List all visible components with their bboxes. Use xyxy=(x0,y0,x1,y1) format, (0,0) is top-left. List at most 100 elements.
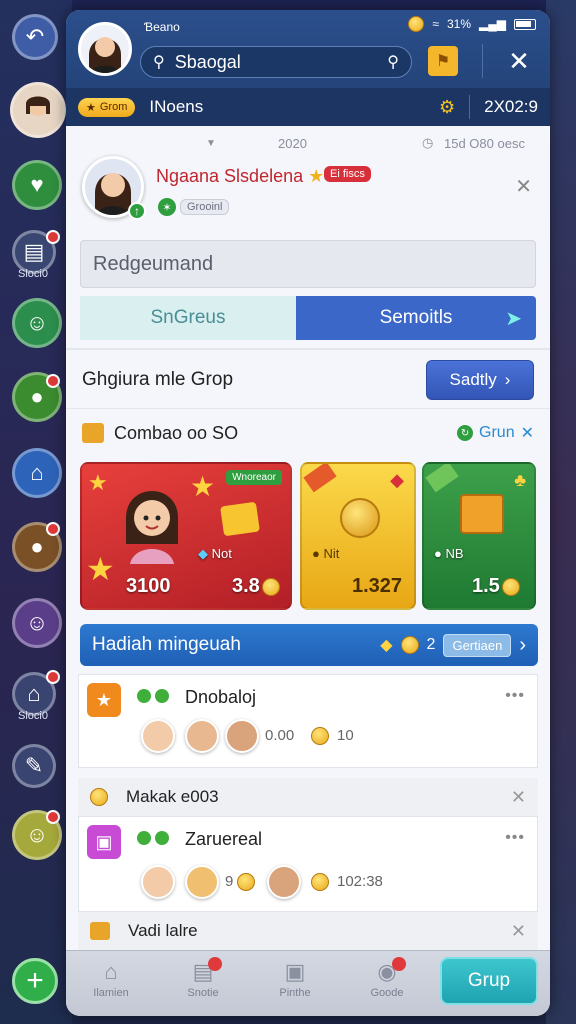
search-submit-icon[interactable]: ⚲ xyxy=(387,52,399,72)
user-avatar[interactable] xyxy=(10,82,66,138)
card-note: ● Nit xyxy=(312,546,339,561)
list-item[interactable]: Makak e003 ✕ xyxy=(78,778,538,816)
list-item-count: 9 xyxy=(225,873,234,890)
back-icon[interactable]: ↶ xyxy=(12,14,58,60)
background-right-strip xyxy=(546,0,576,1024)
refresh-icon: ↻ xyxy=(457,425,474,441)
card-price-2: 3.8 xyxy=(232,575,280,598)
banner-title: Hadiah mingeuah xyxy=(92,634,241,655)
list-item-coins: 10 xyxy=(337,727,354,744)
card-price: 3100 xyxy=(126,575,171,597)
list-item[interactable]: ★ Dnobaloj ••• 0.00 10 xyxy=(78,674,538,768)
star-badge-icon: ★ xyxy=(190,471,216,502)
close-icon[interactable]: ✕ xyxy=(511,787,526,808)
tab-profile[interactable]: ▣ Pinthe xyxy=(260,959,330,999)
notification-badge xyxy=(392,957,406,971)
weekly-reward-banner[interactable]: Hadiah mingeuah ◆ 2 Gertiaen › xyxy=(80,624,538,666)
tool-icon[interactable]: ✎ xyxy=(12,744,56,788)
combo-link[interactable]: ↻ Grun ✕ xyxy=(457,423,534,443)
friend-icon[interactable]: ☺ xyxy=(12,298,62,348)
online-icon: ↑ xyxy=(128,202,146,220)
list-item-count: 0.00 xyxy=(265,727,295,744)
add-button[interactable]: + xyxy=(12,958,58,1004)
rank-badge[interactable]: ★ Grom xyxy=(78,97,136,117)
chevron-down-icon[interactable]: ▼ xyxy=(206,138,216,149)
profile-name: Ngaana Slsdelena ★ xyxy=(156,166,324,187)
banner-cta: ◆ 2 Gertiaen › xyxy=(380,633,526,657)
group-button[interactable]: Sadtly › xyxy=(426,360,534,400)
status-badge: Ei fiscs xyxy=(324,166,371,182)
offer-card-2[interactable]: ◆ ● Nit 1.327 xyxy=(300,462,416,610)
notification-dot xyxy=(46,810,60,824)
card-price-text: 1.5 xyxy=(472,575,500,597)
avatar xyxy=(185,719,219,753)
home-icon[interactable]: ⌂ xyxy=(12,448,62,498)
close-icon[interactable]: ✕ xyxy=(502,44,536,78)
close-icon[interactable]: ✕ xyxy=(515,174,532,199)
info-right: 15d O80 oesc xyxy=(444,135,525,151)
divider xyxy=(482,44,483,78)
list-item[interactable]: ▣ Zaruereal ••• 9 102:38 xyxy=(78,816,538,912)
game-icon: ◉ xyxy=(377,959,397,984)
offer-card-1[interactable]: Wnoreaor ★ ★ ◆ Not ★ 3100 3.8 xyxy=(80,462,292,610)
tab-left[interactable]: SnGreus xyxy=(80,296,296,340)
sub-header: ★ Grom INoens ⚙ 2X02:9 xyxy=(66,88,550,126)
search-bar[interactable]: ⚲ ⚲ xyxy=(140,46,412,78)
star-icon: ★ xyxy=(86,101,96,114)
card-price: 1.327 xyxy=(352,575,403,597)
top-bar: Ɓeano ≈ 31% ▂▄▆ ⚲ ⚲ ⚑ ✕ xyxy=(66,10,550,88)
notification-dot xyxy=(46,374,60,388)
coin-icon xyxy=(90,788,108,806)
search-input[interactable] xyxy=(174,51,378,73)
list-item-coins: 102:38 xyxy=(337,873,383,890)
star-icon: ★ xyxy=(86,551,115,587)
flag-icon[interactable]: ⚑ xyxy=(428,46,458,76)
card-ribbon: Wnoreaor xyxy=(226,470,282,485)
banner-button[interactable]: Gertiaen xyxy=(443,633,512,657)
close-icon: ✕ xyxy=(520,425,534,442)
heart-icon[interactable]: ♥ xyxy=(12,160,62,210)
profile-card: ↑ Ngaana Slsdelena ★ Ei fiscs ✶ Grooinl … xyxy=(76,152,540,228)
avatar xyxy=(185,865,219,899)
combo-section: Combao oo SO ↻ Grun ✕ xyxy=(66,416,550,450)
camera-icon: ▣ xyxy=(87,825,121,859)
more-icon[interactable]: ••• xyxy=(505,829,525,847)
face-icon xyxy=(26,96,50,116)
group-section: Ghgiura mle Grop Sadtly › xyxy=(66,358,550,402)
tab-label: Snotie xyxy=(187,987,219,999)
offer-card-3[interactable]: ♣ ● NB 1.5 xyxy=(422,462,536,610)
list-item-title: Zaruereal xyxy=(185,829,263,849)
tab-right-label: Semoitls xyxy=(379,307,453,328)
group-title: Ghgiura mle Grop xyxy=(82,369,234,390)
tab-home[interactable]: ⌂ Ilamien xyxy=(76,959,146,999)
avatar xyxy=(225,719,259,753)
clover-icon: ♣ xyxy=(514,470,526,490)
timer: 2X02:9 xyxy=(484,97,538,116)
list-item[interactable]: Vadi lalre ✕ xyxy=(78,912,538,950)
tab-right[interactable]: Semoitls ➤ xyxy=(296,296,536,340)
gear-icon[interactable]: ⚙ xyxy=(439,97,455,118)
close-icon[interactable]: ✕ xyxy=(511,921,526,942)
combo-title: Combao oo SO xyxy=(114,422,239,443)
request-input[interactable] xyxy=(80,240,536,288)
tab-label: Goode xyxy=(370,987,404,999)
tab-game[interactable]: ◉ Goode xyxy=(352,957,422,999)
battery-icon xyxy=(514,18,536,30)
more-icon[interactable]: ••• xyxy=(505,687,525,705)
box-icon xyxy=(90,922,110,940)
gold-bar-icon xyxy=(220,501,260,537)
tab-shop[interactable]: ▤ Snotie xyxy=(168,957,238,999)
list-item-title: Makak e003 xyxy=(126,787,219,806)
gold-icon: ◆ xyxy=(380,637,393,654)
coin-icon xyxy=(408,16,425,32)
leaf-icon: ✶ xyxy=(158,198,176,216)
card-note-text: NB xyxy=(445,546,464,561)
profile-tag[interactable]: ✶ Grooinl xyxy=(158,198,230,216)
lock-icon: ▣ xyxy=(284,959,306,984)
profile-avatar[interactable] xyxy=(78,22,132,76)
group-cta-button[interactable]: Grup xyxy=(440,957,538,1005)
coin-icon xyxy=(340,498,380,538)
profile-icon[interactable]: ☺ xyxy=(12,598,62,648)
avatar xyxy=(141,719,175,753)
coin-icon xyxy=(311,727,329,745)
